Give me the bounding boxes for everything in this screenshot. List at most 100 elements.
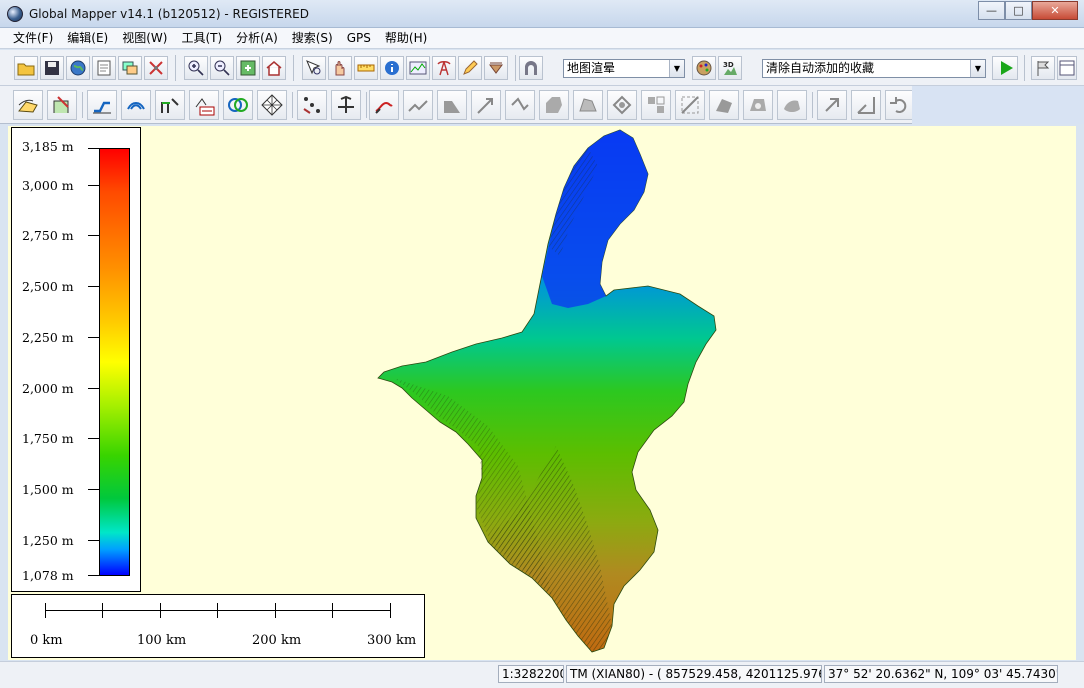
menu-analysis[interactable]: 分析(A) xyxy=(229,28,285,48)
combine-button[interactable] xyxy=(709,90,739,120)
create-grid-button[interactable] xyxy=(257,90,287,120)
reverse-button[interactable] xyxy=(505,90,535,120)
intersect-button[interactable] xyxy=(607,90,637,120)
full-view-icon xyxy=(240,60,256,76)
map-view[interactable]: 3,185 m 3,000 m 2,750 m 2,500 m 2,250 m … xyxy=(8,126,1076,660)
save-button[interactable] xyxy=(40,56,64,80)
terrain-map[interactable] xyxy=(8,126,1076,660)
maximize-button[interactable]: □ xyxy=(1005,1,1032,20)
create-coordinate-button[interactable] xyxy=(189,90,219,120)
reshape-button[interactable] xyxy=(369,90,399,120)
view-shed-button[interactable] xyxy=(432,56,456,80)
rotate-button[interactable] xyxy=(817,90,847,120)
create-circle-button[interactable] xyxy=(223,90,253,120)
legend-label: 3,000 m xyxy=(22,178,74,193)
split-area-button[interactable] xyxy=(675,90,705,120)
pan-tool-button[interactable] xyxy=(328,56,352,80)
zoom-extent-button[interactable] xyxy=(236,56,260,80)
legend-label: 2,500 m xyxy=(22,279,74,294)
zoom-tool-button[interactable] xyxy=(302,56,326,80)
simplify-button[interactable] xyxy=(777,90,807,120)
menu-edit[interactable]: 编辑(E) xyxy=(60,28,115,48)
render-mode-select[interactable]: 地图渲晕 ▼ xyxy=(563,59,685,78)
buffer-button[interactable] xyxy=(539,90,569,120)
line-edit-icon xyxy=(161,98,179,113)
window-title: Global Mapper v14.1 (b120512) - REGISTER… xyxy=(29,7,309,21)
move-point-button[interactable] xyxy=(331,90,361,120)
legend-label: 1,500 m xyxy=(22,482,74,497)
layout-button[interactable] xyxy=(1057,56,1077,80)
feature-info-button[interactable] xyxy=(380,56,404,80)
digitizer-button[interactable] xyxy=(458,56,482,80)
run-favorite-button[interactable] xyxy=(992,56,1018,80)
overlay-control-button[interactable] xyxy=(118,56,142,80)
zoom-out-icon xyxy=(214,60,230,76)
menu-view[interactable]: 视图(W) xyxy=(115,28,174,48)
zoom-out-button[interactable] xyxy=(210,56,234,80)
area-edit-icon xyxy=(53,96,69,113)
legend-tick xyxy=(88,185,99,186)
arch-icon xyxy=(525,61,537,75)
3d-view-button[interactable]: 3D xyxy=(718,56,742,80)
latlon-readout: 37° 52' 20.6362" N, 109° 03' 45.7430" E xyxy=(824,665,1058,683)
create-water-button[interactable] xyxy=(484,56,508,80)
union-button[interactable] xyxy=(573,90,603,120)
play-icon xyxy=(1001,61,1013,75)
toolbar-separator xyxy=(175,55,176,81)
online-data-button[interactable] xyxy=(66,56,90,80)
open-folder-button[interactable] xyxy=(14,56,38,80)
minimize-button[interactable]: — xyxy=(978,1,1005,20)
legend-tick xyxy=(88,148,99,149)
smooth-button[interactable] xyxy=(471,90,501,120)
edit-line-button[interactable] xyxy=(155,90,185,120)
scale-button[interactable] xyxy=(851,90,881,120)
coordinate-icon xyxy=(195,98,215,116)
scale-tick xyxy=(275,603,276,618)
reverse-icon xyxy=(511,97,529,111)
main-toolbar: 地图渲晕 ▼ 3D 清除自动添加的收藏 ▼ xyxy=(0,50,1084,86)
tunnel-button[interactable] xyxy=(519,56,543,80)
scale-tick xyxy=(160,603,161,618)
config-button[interactable] xyxy=(144,56,168,80)
create-line-button[interactable] xyxy=(87,90,117,120)
toolbar-separator xyxy=(1024,55,1025,81)
toolbar-separator xyxy=(292,92,293,118)
menu-search[interactable]: 搜索(S) xyxy=(285,28,340,48)
shader-options-button[interactable] xyxy=(692,56,716,80)
legend-tick xyxy=(88,235,99,236)
globe-icon xyxy=(70,60,86,76)
split-line-button[interactable] xyxy=(403,90,433,120)
menu-gps[interactable]: GPS xyxy=(340,28,378,48)
close-button[interactable]: ✕ xyxy=(1032,1,1078,20)
crop-button[interactable] xyxy=(641,90,671,120)
scale-tick xyxy=(332,603,333,618)
menu-tools[interactable]: 工具(T) xyxy=(174,28,229,48)
info-icon xyxy=(385,61,399,75)
create-point-button[interactable] xyxy=(297,90,327,120)
legend-tick xyxy=(88,286,99,287)
create-area-button[interactable] xyxy=(13,90,43,120)
menu-help[interactable]: 帮助(H) xyxy=(378,28,434,48)
create-contour-button[interactable] xyxy=(121,90,151,120)
edit-area-button[interactable] xyxy=(47,90,77,120)
legend-label: 2,750 m xyxy=(22,228,74,243)
undo-edit-button[interactable] xyxy=(885,90,915,120)
print-button[interactable] xyxy=(92,56,116,80)
reshape-icon xyxy=(375,101,393,114)
document-icon xyxy=(97,60,111,76)
favorites-select[interactable]: 清除自动添加的收藏 ▼ xyxy=(762,59,986,78)
measure-tool-button[interactable] xyxy=(354,56,378,80)
flag-button[interactable] xyxy=(1031,56,1055,80)
contour-icon xyxy=(127,102,145,110)
create-hole-button[interactable] xyxy=(743,90,773,120)
save-icon xyxy=(45,61,59,75)
join-button[interactable] xyxy=(437,90,467,120)
zoom-in-button[interactable] xyxy=(184,56,208,80)
home-button[interactable] xyxy=(262,56,286,80)
scale-tick xyxy=(390,603,391,618)
menu-file[interactable]: 文件(F) xyxy=(6,28,60,48)
scale-tick xyxy=(102,603,103,618)
path-profile-button[interactable] xyxy=(406,56,430,80)
legend-tick xyxy=(88,540,99,541)
home-icon xyxy=(266,61,282,76)
